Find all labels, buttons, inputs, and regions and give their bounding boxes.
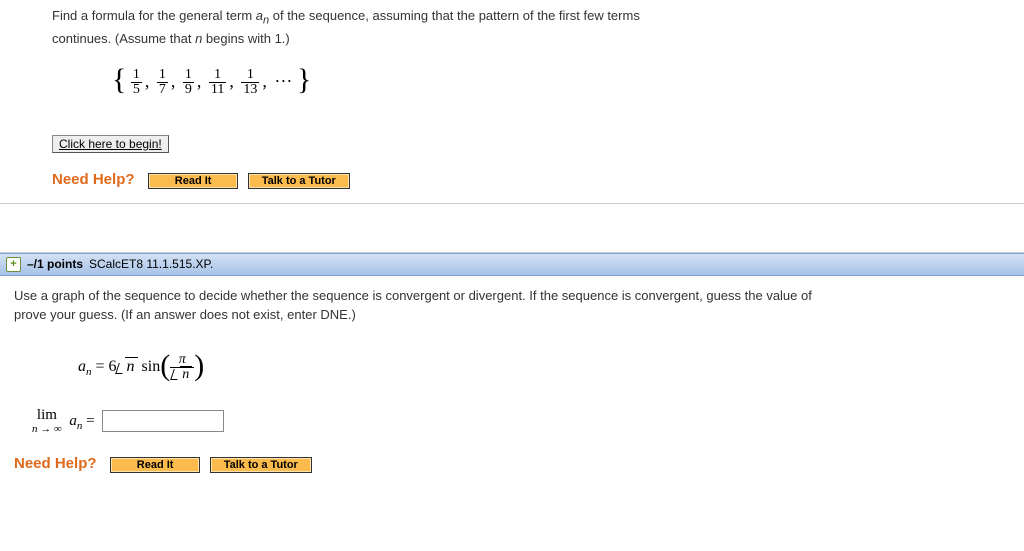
lim-arrow: → ∞: [38, 423, 62, 435]
question-2: Use a graph of the sequence to decide wh…: [0, 276, 1024, 487]
radicand-denom: n: [180, 366, 192, 382]
fraction-4: 111: [209, 68, 226, 97]
radicand: n: [125, 357, 138, 375]
expand-icon[interactable]: +: [6, 257, 21, 272]
numerator: 1: [183, 68, 194, 83]
equals: =: [92, 358, 109, 375]
begin-button[interactable]: Click here to begin!: [52, 135, 169, 153]
answer-input[interactable]: [102, 410, 224, 432]
q1-prompt: Find a formula for the general term an o…: [52, 6, 1010, 49]
lim-text: lim: [32, 408, 62, 424]
help-row: Need Help? Read It Talk to a Tutor: [52, 171, 1010, 189]
sqrt-denom: n: [172, 368, 192, 382]
denominator: 11: [209, 83, 226, 97]
source-label: SCalcET8 11.1.515.XP.: [89, 257, 213, 271]
right-brace: }: [297, 63, 311, 96]
lim-a: a: [69, 413, 77, 429]
q2-text-b: prove your guess. (If an answer does not…: [14, 307, 356, 322]
denominator: 13: [241, 83, 259, 97]
right-paren: ): [194, 349, 204, 382]
talk-to-tutor-button-2[interactable]: Talk to a Tutor: [210, 457, 312, 473]
denominator: 5: [131, 83, 142, 97]
lhs-a: a: [78, 358, 86, 375]
numerator: 1: [241, 68, 259, 83]
fraction-1: 15: [131, 68, 142, 97]
q2-prompt: Use a graph of the sequence to decide wh…: [14, 286, 1010, 325]
denom: n: [170, 368, 194, 382]
numerator: 1: [157, 68, 168, 83]
fraction-5: 113: [241, 68, 259, 97]
q1-text-d: begins with 1.): [202, 31, 289, 46]
need-help-label-2: Need Help?: [14, 455, 107, 472]
limit-symbol: lim n → ∞: [32, 408, 62, 435]
comma: ,: [226, 71, 237, 91]
spacer: [0, 204, 1024, 253]
sequence-display: { 15, 17, 19, 111, 113, ··· }: [52, 55, 1010, 111]
question-header: + –/1 points SCalcET8 11.1.515.XP.: [0, 253, 1024, 276]
read-it-button[interactable]: Read It: [148, 173, 238, 189]
q1-text-b: of the sequence, assuming that the patte…: [269, 8, 640, 23]
comma: ,: [194, 71, 205, 91]
q1-text-a: Find a formula for the general term: [52, 8, 256, 23]
left-brace: {: [112, 63, 126, 96]
help-row-2: Need Help? Read It Talk to a Tutor: [14, 455, 1010, 473]
question-1: Find a formula for the general term an o…: [0, 0, 1024, 204]
ellipsis: ···: [274, 71, 292, 91]
left-paren: (: [160, 349, 170, 382]
term-a: a: [256, 8, 263, 23]
q1-text-c: continues. (Assume that: [52, 31, 195, 46]
denominator: 9: [183, 83, 194, 97]
points-label: –/1 points: [27, 257, 83, 271]
limit-row: lim n → ∞ an =: [14, 390, 1010, 441]
fraction-3: 19: [183, 68, 194, 97]
comma: ,: [168, 71, 179, 91]
fraction-pi-sqrtn: πn: [170, 353, 194, 382]
lim-sub: n → ∞: [32, 424, 62, 436]
need-help-label: Need Help?: [52, 171, 145, 188]
numerator: 1: [209, 68, 226, 83]
comma: ,: [259, 71, 270, 91]
denominator: 7: [157, 83, 168, 97]
sin-label: sin: [138, 358, 161, 375]
q2-text-a: Use a graph of the sequence to decide wh…: [14, 288, 812, 303]
talk-to-tutor-button[interactable]: Talk to a Tutor: [248, 173, 350, 189]
sqrt-n: n: [117, 358, 138, 376]
fraction-2: 17: [157, 68, 168, 97]
comma: ,: [142, 71, 153, 91]
formula-display: an = 6n sin(πn): [14, 331, 1010, 390]
read-it-button-2[interactable]: Read It: [110, 457, 200, 473]
numerator: 1: [131, 68, 142, 83]
lim-eq: =: [82, 413, 98, 429]
